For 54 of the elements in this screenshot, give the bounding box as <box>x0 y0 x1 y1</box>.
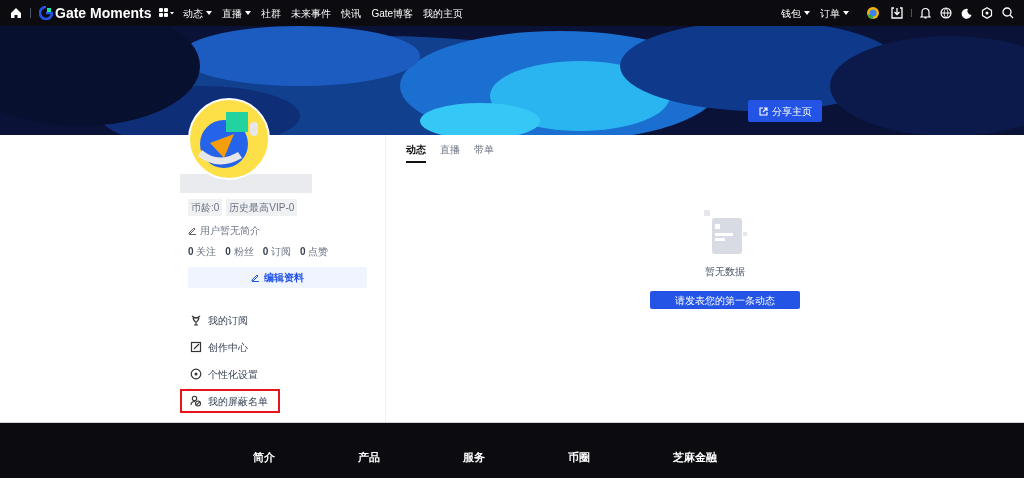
edit-icon <box>251 273 260 282</box>
edit-profile-button[interactable]: 编辑资料 <box>188 267 367 288</box>
footer-heading: 服务 <box>463 451 485 463</box>
logo-text[interactable]: Gate Moments <box>55 2 152 24</box>
notification-bell-icon[interactable] <box>920 7 931 19</box>
profile-stat: 0 点赞 <box>300 245 329 259</box>
settings-icon[interactable] <box>981 7 993 19</box>
browser-icon[interactable] <box>867 7 879 19</box>
first-post-button[interactable]: 请发表您的第一条动态 <box>650 291 800 309</box>
download-icon[interactable] <box>891 7 903 19</box>
nav-link[interactable]: 钱包 <box>781 5 810 21</box>
empty-state-text: 暂无数据 <box>705 265 745 279</box>
globe-icon[interactable] <box>940 7 952 19</box>
subscription-icon <box>190 314 202 326</box>
nav-link[interactable]: 动态 <box>183 5 213 21</box>
tab[interactable]: 动态 <box>406 142 426 163</box>
sidebar-menu-item[interactable]: 个性化设置 <box>180 362 258 386</box>
caret-icon <box>206 11 213 15</box>
moon-icon[interactable] <box>961 7 972 19</box>
block-user-icon <box>190 395 202 407</box>
footer-heading: 产品 <box>358 451 380 463</box>
tab[interactable]: 带单 <box>474 142 494 163</box>
profile-stat: 0 订阅 <box>262 245 292 259</box>
nav-link[interactable]: 快讯 <box>341 5 362 21</box>
nav-link[interactable]: 未来事件 <box>291 5 332 21</box>
settings-icon <box>190 368 202 380</box>
logo-icon[interactable] <box>39 6 53 20</box>
share-profile-button[interactable]: 分享主页 <box>748 100 822 122</box>
footer-heading: 芝麻金融 <box>673 451 717 463</box>
share-icon <box>758 106 768 116</box>
nav-link[interactable]: 我的主页 <box>423 5 464 21</box>
apps-icon[interactable] <box>159 8 176 18</box>
caret-icon <box>843 11 849 15</box>
tab[interactable]: 直播 <box>440 142 460 163</box>
nav-link[interactable]: 社群 <box>261 5 282 21</box>
bio-text: 用户暂无简介 <box>200 224 260 238</box>
profile-stat: 0 粉丝 <box>225 245 254 259</box>
nav-link[interactable]: Gate博客 <box>371 5 414 21</box>
profile-stat: 0 关注 <box>188 245 217 259</box>
home-icon[interactable] <box>10 7 22 19</box>
search-icon[interactable] <box>1002 7 1014 19</box>
edit-box-icon <box>190 341 202 353</box>
sidebar-menu-item[interactable]: 我的屏蔽名单 <box>180 389 280 413</box>
nav-link[interactable]: 订单 <box>820 5 849 21</box>
sidebar-menu-item[interactable]: 我的订阅 <box>180 308 248 332</box>
caret-icon <box>804 11 810 15</box>
footer-heading: 简介 <box>253 451 275 463</box>
footer-heading: 币圈 <box>568 451 590 463</box>
sidebar-menu-item[interactable]: 创作中心 <box>180 335 248 359</box>
nav-link[interactable]: 直播 <box>222 5 252 21</box>
caret-icon <box>245 11 252 15</box>
badge: 历史最高VIP-0 <box>226 199 298 216</box>
badge: 币龄:0 <box>188 199 223 216</box>
edit-icon <box>188 226 197 235</box>
